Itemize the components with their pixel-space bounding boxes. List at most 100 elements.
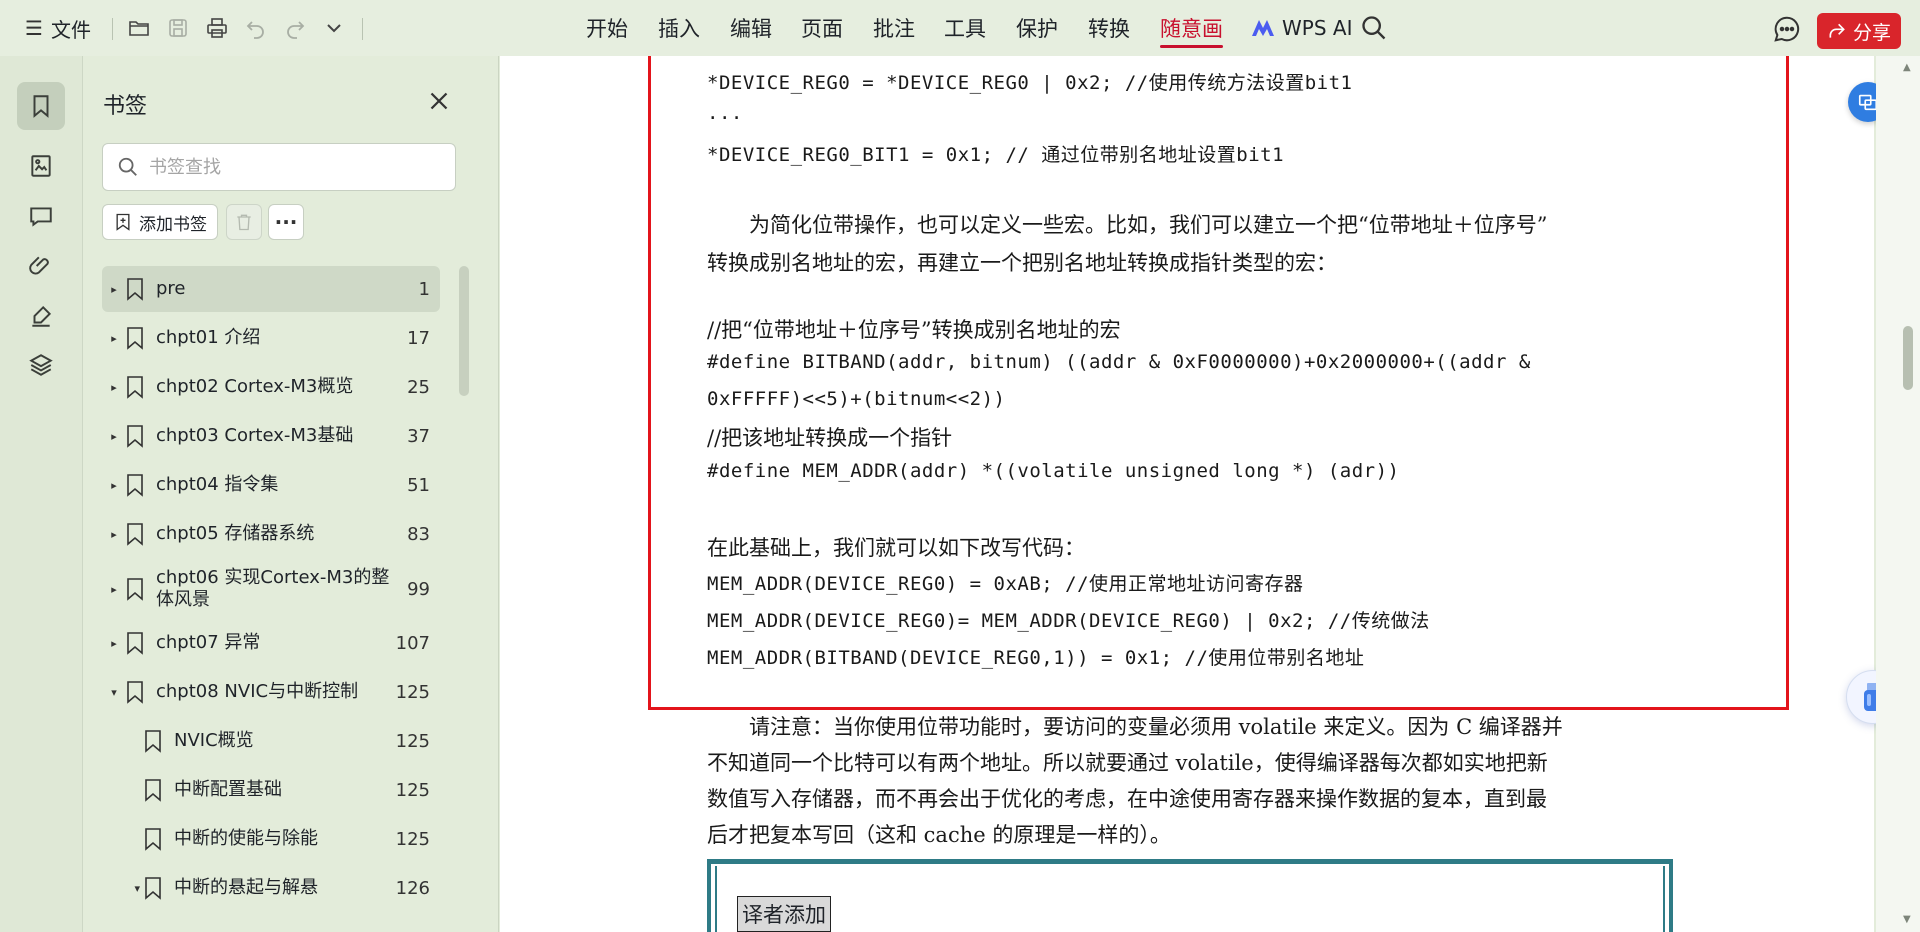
tab-edit[interactable]: 编辑 xyxy=(730,0,772,56)
comment-panel-button[interactable] xyxy=(17,192,65,240)
signature-panel-button[interactable] xyxy=(17,292,65,340)
bookmark-item[interactable]: ▸ chpt07 异常 107 xyxy=(102,620,440,666)
bookmark-icon xyxy=(127,523,143,546)
bookmark-item[interactable]: ▸ pre 1 xyxy=(102,266,440,312)
layers-icon xyxy=(29,354,53,376)
share-label: 分享 xyxy=(1852,21,1891,44)
expand-caret-icon[interactable]: ▸ xyxy=(106,283,122,296)
search-icon[interactable] xyxy=(1360,14,1388,42)
bookmark-label: 中断配置基础 xyxy=(174,779,282,800)
left-icon-rail xyxy=(0,56,83,932)
wps-ai-logo-icon xyxy=(1252,20,1274,36)
expand-caret-icon[interactable]: ▸ xyxy=(106,381,122,394)
bookmark-item[interactable]: NVIC概览 125 xyxy=(102,718,440,764)
doc-line: 后才把复本写回（这和 cache 的原理是一样的）。 xyxy=(707,823,1171,847)
scroll-down-icon[interactable]: ▼ xyxy=(1903,914,1911,925)
close-icon[interactable] xyxy=(424,86,454,116)
share-icon xyxy=(1829,23,1845,38)
bookmark-icon xyxy=(145,877,161,900)
bookmark-item[interactable]: ▸ chpt03 Cortex-M3基础 37 xyxy=(102,413,440,459)
bookmark-page: 1 xyxy=(418,278,430,300)
tab-start[interactable]: 开始 xyxy=(586,0,628,56)
bookmark-item[interactable]: 中断的使能与除能 125 xyxy=(102,816,440,862)
redo-icon[interactable] xyxy=(278,11,312,45)
bookmark-label: chpt06 实现Cortex-M3的整体风景 xyxy=(156,567,390,610)
bookmark-item[interactable]: ▸ chpt06 实现Cortex-M3的整体风景 99 xyxy=(102,560,440,618)
bookmark-search-field[interactable] xyxy=(102,143,456,191)
bookmark-icon xyxy=(127,425,143,448)
attachment-panel-button[interactable] xyxy=(17,242,65,290)
bookmark-page: 125 xyxy=(395,681,430,703)
tab-page[interactable]: 页面 xyxy=(801,0,843,56)
wps-ai-label: WPS AI xyxy=(1282,16,1353,40)
bookmark-item[interactable]: ▾ 中断的悬起与解悬 126 xyxy=(102,865,440,911)
bookmark-item[interactable]: ▸ chpt01 介绍 17 xyxy=(102,315,440,361)
document-scrollbar[interactable] xyxy=(1876,56,1920,932)
document-scroll-thumb[interactable] xyxy=(1903,326,1913,390)
bookmark-page: 99 xyxy=(407,578,430,600)
bookmark-item[interactable]: ▾ chpt08 NVIC与中断控制 125 xyxy=(102,669,440,715)
more-icon: ··· xyxy=(274,210,298,234)
menu-icon: ☰ xyxy=(25,16,43,40)
save-icon[interactable] xyxy=(161,11,195,45)
signature-icon xyxy=(32,305,52,327)
expand-caret-icon[interactable]: ▾ xyxy=(106,882,140,895)
expand-caret-icon[interactable]: ▸ xyxy=(106,637,122,650)
bookmark-item[interactable]: 中断配置基础 125 xyxy=(102,767,440,813)
bookmark-item[interactable]: ▸ chpt04 指令集 51 xyxy=(102,462,440,508)
tab-insert[interactable]: 插入 xyxy=(658,0,700,56)
bookmark-page: 51 xyxy=(407,474,430,496)
more-options-button[interactable]: ··· xyxy=(268,204,304,240)
expand-caret-icon[interactable]: ▸ xyxy=(106,528,122,541)
layers-panel-button[interactable] xyxy=(17,341,65,389)
bookmark-icon xyxy=(33,95,49,118)
delete-bookmark-button[interactable] xyxy=(226,204,262,240)
bookmark-search-input[interactable] xyxy=(149,156,439,178)
bookmark-list: ▸ pre 1 ▸ chpt01 介绍 17 ▸ chpt02 Cortex-M… xyxy=(84,262,484,932)
bookmark-scrollbar[interactable] xyxy=(459,266,469,396)
wps-ai-button[interactable]: WPS AI xyxy=(1250,0,1352,56)
tab-convert[interactable]: 转换 xyxy=(1088,0,1130,56)
bookmark-page: 126 xyxy=(395,877,430,899)
bookmark-label: pre xyxy=(156,278,186,299)
bookmark-item[interactable]: ▸ chpt02 Cortex-M3概览 25 xyxy=(102,364,440,410)
share-button[interactable]: 分享 xyxy=(1817,13,1901,49)
bookmark-panel-button[interactable] xyxy=(17,82,65,130)
thumbnail-panel-button[interactable] xyxy=(17,142,65,190)
tab-freehand[interactable]: 随意画 xyxy=(1160,0,1223,56)
red-highlight-annotation[interactable] xyxy=(648,56,1789,710)
file-menu-button[interactable]: ☰ 文件 xyxy=(22,0,94,56)
expand-caret-icon[interactable]: ▸ xyxy=(106,430,122,443)
add-bookmark-button[interactable]: 添加书签 xyxy=(102,204,218,240)
open-folder-icon[interactable] xyxy=(122,11,156,45)
tab-protect[interactable]: 保护 xyxy=(1016,0,1058,56)
expand-caret-icon[interactable]: ▾ xyxy=(106,686,122,699)
doc-line: 不知道同一个比特可以有两个地址。所以就要通过 volatile，使得编译器每次都… xyxy=(707,751,1548,775)
toolbar-divider xyxy=(112,18,113,40)
bookmark-panel: 书签 添加书签 ··· ▸ pre 1 ▸ chpt01 介绍 17 ▸ chp… xyxy=(84,56,499,932)
translator-note-label: 译者添加 xyxy=(737,896,831,932)
undo-icon[interactable] xyxy=(239,11,273,45)
bookmark-item[interactable]: ▸ chpt05 存储器系统 83 xyxy=(102,511,440,557)
expand-caret-icon[interactable]: ▸ xyxy=(106,332,122,345)
expand-caret-icon[interactable]: ▸ xyxy=(106,583,122,596)
bookmark-label: chpt08 NVIC与中断控制 xyxy=(156,681,359,702)
bookmark-label: chpt01 介绍 xyxy=(156,327,261,348)
bookmark-label: chpt07 异常 xyxy=(156,632,261,653)
bookmark-page: 107 xyxy=(395,632,430,654)
bookmark-label: 中断的悬起与解悬 xyxy=(174,877,318,898)
bookmark-page: 17 xyxy=(407,327,430,349)
bookmark-page: 125 xyxy=(395,730,430,752)
tab-comment[interactable]: 批注 xyxy=(873,0,915,56)
document-page: *DEVICE_REG0 = *DEVICE_REG0 | 0x2; //使用传… xyxy=(500,56,1900,932)
bookmark-icon xyxy=(127,327,143,350)
translator-note-box: 译者添加 xyxy=(707,859,1673,932)
bookmark-icon xyxy=(127,376,143,399)
print-icon[interactable] xyxy=(200,11,234,45)
tab-tools[interactable]: 工具 xyxy=(944,0,986,56)
chat-icon[interactable] xyxy=(1772,14,1802,44)
scroll-up-icon[interactable]: ▲ xyxy=(1903,62,1911,73)
expand-caret-icon[interactable]: ▸ xyxy=(106,479,122,492)
chevron-down-icon[interactable] xyxy=(317,11,351,45)
bookmark-page: 125 xyxy=(395,828,430,850)
